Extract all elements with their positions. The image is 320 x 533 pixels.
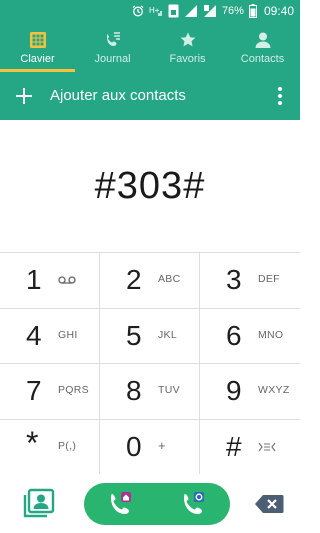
sim-indicator-icon [168, 4, 179, 18]
keypad: 1 2 ABC 3 DEF 4 GHI 5 JKL 6 MNO 7 PQRS 8… [0, 252, 300, 476]
key-letters: MNO [258, 328, 284, 341]
key-digit: 5 [126, 319, 142, 351]
clock: 09:40 [263, 4, 294, 18]
key-digit: 1 [26, 264, 42, 295]
key-digit: 9 [226, 375, 242, 406]
person-icon [254, 30, 272, 50]
key-digit: 3 [226, 264, 242, 295]
status-icons: H+ 76% 09:40 [132, 2, 294, 20]
tab-label: Contacts [240, 53, 285, 65]
plus-icon [16, 88, 32, 104]
wait-icon [258, 442, 276, 451]
key-digit: 8 [126, 375, 142, 406]
status-bar: H+ 76% 09:40 [0, 0, 300, 22]
key-letters: + [158, 437, 166, 453]
key-hash[interactable]: # [200, 420, 300, 476]
call-sim1-button[interactable] [84, 483, 157, 525]
key-digit: 2 [126, 264, 142, 295]
key-digit: # [226, 430, 242, 462]
sim-signal-icon [203, 4, 217, 18]
key-7[interactable]: 7 PQRS [0, 364, 100, 420]
more-vert-icon-dot [278, 87, 282, 91]
phone-sim-2-icon [183, 492, 204, 514]
number-display[interactable]: #303# [0, 120, 300, 252]
key-5[interactable]: 5 JKL [100, 308, 200, 364]
voicemail-icon [58, 276, 76, 284]
dialed-number: #303# [94, 164, 206, 207]
battery-icon [248, 4, 257, 18]
key-digit: 7 [26, 375, 42, 406]
contacts-button[interactable] [22, 488, 56, 520]
battery-percent: 76% [221, 5, 244, 17]
key-6[interactable]: 6 MNO [200, 309, 300, 364]
tab-label: Journal [94, 53, 131, 65]
tab-bar: Clavier Journal Favoris Contacts [0, 22, 300, 72]
dialer-screen: H+ 76% 09:40 Clavier Journal Favoris Con… [0, 0, 300, 533]
key-letters: PQRS [58, 384, 89, 396]
alarm-icon [132, 5, 144, 17]
tab-label: Favoris [169, 53, 206, 65]
key-0[interactable]: 0 + [100, 419, 200, 475]
backspace-icon [255, 495, 284, 513]
key-digit: * [26, 424, 39, 461]
key-letters: TUV [158, 384, 180, 396]
cellular-signal-icon [184, 4, 198, 18]
key-9[interactable]: 9 WXYZ [200, 364, 300, 420]
call-log-icon [104, 30, 122, 50]
call-sim2-button[interactable] [157, 483, 230, 525]
phone-sim-home-icon [110, 492, 131, 514]
tab-contacts[interactable]: Contacts [225, 22, 300, 72]
star-icon [179, 30, 197, 50]
add-to-contacts-button[interactable]: Ajouter aux contacts [0, 72, 250, 120]
svg-text:H+: H+ [149, 6, 160, 15]
tab-clavier[interactable]: Clavier [0, 22, 75, 72]
key-letters: ABC [158, 273, 181, 285]
key-digit: 6 [226, 319, 242, 351]
add-to-contacts-label: Ajouter aux contacts [50, 87, 186, 104]
key-letters: JKL [158, 328, 177, 341]
tab-label: Clavier [20, 53, 55, 65]
delete-button[interactable] [254, 494, 284, 514]
key-digit: 0 [126, 430, 142, 462]
tab-journal[interactable]: Journal [75, 22, 150, 72]
key-letters: WXYZ [258, 384, 290, 396]
call-buttons [84, 483, 230, 525]
key-letters: P(,) [58, 439, 77, 452]
key-letters: GHI [58, 328, 78, 341]
key-8[interactable]: 8 TUV [100, 364, 200, 420]
keypad-icon [29, 30, 47, 50]
bottom-bar [0, 474, 300, 533]
key-3[interactable]: 3 DEF [200, 253, 300, 309]
more-options-button[interactable] [270, 84, 290, 108]
key-2[interactable]: 2 ABC [100, 253, 200, 309]
hplus-icon: H+ [149, 4, 163, 18]
more-vert-icon-dot [278, 101, 282, 105]
key-star[interactable]: * P(,) [0, 419, 100, 475]
more-vert-icon-dot [278, 94, 282, 98]
contact-card-icon [23, 488, 55, 518]
key-digit: 4 [26, 319, 42, 351]
key-letters: DEF [258, 273, 280, 285]
key-4[interactable]: 4 GHI [0, 308, 100, 364]
action-row: Ajouter aux contacts [0, 72, 300, 120]
key-1[interactable]: 1 [0, 253, 100, 309]
tab-favoris[interactable]: Favoris [150, 22, 225, 72]
